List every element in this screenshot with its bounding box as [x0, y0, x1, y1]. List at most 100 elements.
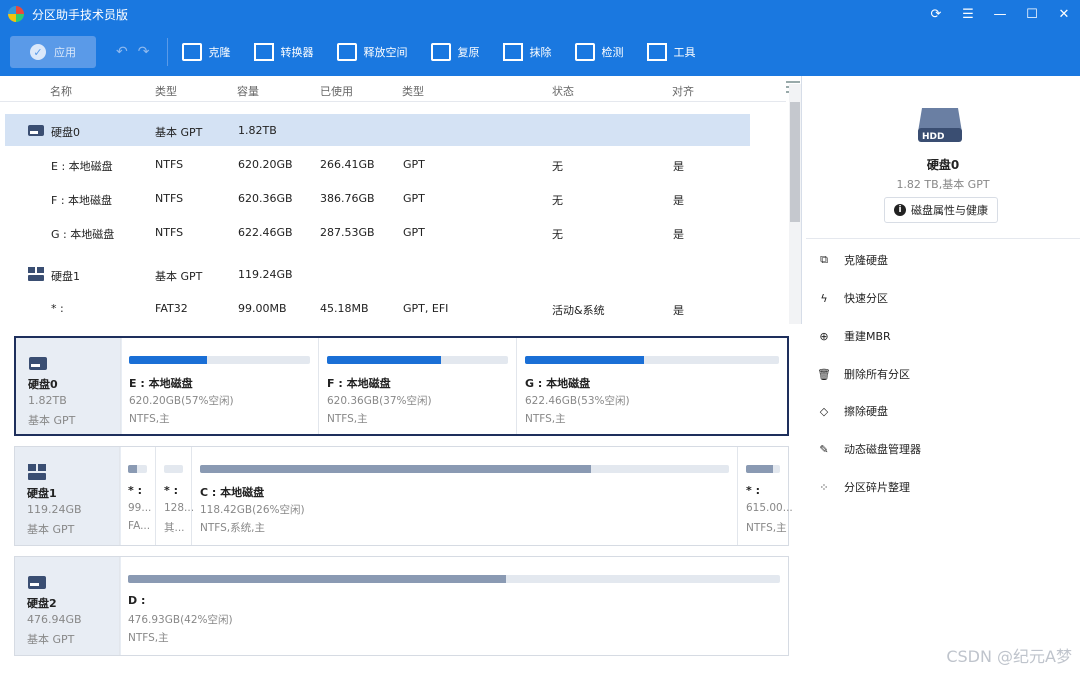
toolbar-test[interactable]: 检测: [575, 43, 623, 61]
toolbar-test-label: 检测: [601, 46, 624, 59]
action-wipe-disk[interactable]: ◇ 擦除硬盘: [816, 399, 888, 423]
title-bar: 分区助手技术员版 ⟳ ☰ — ☐ ✕: [0, 0, 1080, 28]
table-scrollbar[interactable]: [789, 84, 801, 324]
partition-fs: 其...: [164, 522, 185, 534]
partition-label: E : 本地磁盘: [129, 377, 193, 390]
toolbar-divider: [167, 38, 169, 66]
disk-properties-button[interactable]: i 磁盘属性与健康: [884, 197, 998, 223]
hdd-icon: [28, 125, 44, 136]
toolbar-recover[interactable]: 复原: [431, 43, 479, 61]
partition-block[interactable]: * : 99... FA...: [119, 447, 155, 545]
usage-fill: [129, 356, 207, 364]
hdd-large-icon: HDD: [918, 108, 962, 142]
apply-button[interactable]: ✓ 应用: [10, 36, 96, 68]
row-name: G : 本地磁盘: [51, 228, 115, 241]
partition-block[interactable]: C : 本地磁盘 118.42GB(26%空闲) NTFS,系统,主: [191, 447, 737, 545]
action-rebuild-mbr[interactable]: ⊕ 重建MBR: [816, 324, 891, 348]
watermark: CSDN @纪元A梦: [946, 647, 1072, 666]
lightning-icon: ϟ: [820, 291, 828, 305]
disk-properties-label: 磁盘属性与健康: [911, 204, 988, 217]
toolbar-wipe[interactable]: 抹除: [503, 43, 551, 61]
scrollbar-thumb[interactable]: [790, 102, 800, 222]
disk-card-0[interactable]: 硬盘0 1.82TB 基本 GPT E : 本地磁盘 620.20GB(57%空…: [14, 336, 789, 436]
partition-block[interactable]: G : 本地磁盘 622.46GB(53%空闲) NTFS,主: [516, 338, 787, 434]
table-row[interactable]: G : 本地磁盘 NTFS 622.46GB 287.53GB GPT 无 是: [5, 216, 750, 248]
action-label: 快速分区: [844, 292, 888, 305]
row-ptype: GPT: [403, 192, 425, 205]
toolbar-free-space-label: 释放空间: [363, 46, 408, 59]
partition-block[interactable]: * : 128... 其...: [155, 447, 194, 545]
row-capacity: 622.46GB: [238, 226, 293, 239]
row-name: 硬盘0: [51, 126, 80, 139]
row-capacity: 99.00MB: [238, 302, 287, 315]
close-icon[interactable]: ✕: [1048, 0, 1080, 28]
row-type: NTFS: [155, 226, 184, 239]
redo-icon[interactable]: ↷: [138, 44, 150, 60]
table-row[interactable]: * : FAT32 99.00MB 45.18MB GPT, EFI 活动&系统…: [5, 292, 750, 324]
col-status[interactable]: 状态: [552, 83, 574, 99]
row-status: 活动&系统: [552, 304, 605, 317]
app-title: 分区助手技术员版: [32, 7, 129, 22]
col-ptype[interactable]: 类型: [402, 83, 424, 99]
action-label: 分区碎片整理: [844, 481, 910, 494]
recover-icon: [431, 43, 452, 61]
partition-fs: FA...: [128, 520, 151, 532]
maximize-icon[interactable]: ☐: [1016, 0, 1048, 28]
col-type[interactable]: 类型: [155, 83, 177, 99]
disk-type: 基本 GPT: [27, 633, 75, 646]
table-row[interactable]: E : 本地磁盘 NTFS 620.20GB 266.41GB GPT 无 是: [5, 148, 750, 180]
action-label: 擦除硬盘: [844, 405, 888, 418]
table-row[interactable]: 硬盘1 基本 GPT 119.24GB: [5, 258, 750, 290]
usage-bar: [128, 575, 780, 583]
action-dynamic-disk-manager[interactable]: ✎ 动态磁盘管理器: [816, 437, 921, 461]
row-align: 是: [673, 194, 684, 207]
apply-label: 应用: [54, 46, 76, 59]
table-row[interactable]: 硬盘0 基本 GPT 1.82TB: [5, 114, 750, 146]
action-clone-disk[interactable]: ⧉ 克隆硬盘: [816, 248, 888, 272]
action-label: 动态磁盘管理器: [844, 443, 921, 456]
partition-fs: NTFS,主: [525, 413, 566, 425]
partition-label: F : 本地磁盘: [327, 377, 391, 390]
partition-fs: NTFS,主: [129, 413, 170, 425]
toolbar-converter[interactable]: 转换器: [254, 43, 313, 61]
refresh-icon[interactable]: ⟳: [920, 0, 952, 28]
table-row[interactable]: F : 本地磁盘 NTFS 620.36GB 386.76GB GPT 无 是: [5, 182, 750, 214]
partition-info: 620.36GB(37%空闲): [327, 395, 432, 407]
usage-fill: [128, 465, 137, 473]
minimize-icon[interactable]: —: [984, 0, 1016, 28]
partition-fs: NTFS,主: [327, 413, 368, 425]
action-label: 删除所有分区: [844, 368, 910, 381]
row-type: 基本 GPT: [155, 126, 203, 139]
row-capacity: 1.82TB: [238, 124, 277, 137]
toolbar-tools[interactable]: 工具: [647, 43, 695, 61]
action-defragment[interactable]: ⁘ 分区碎片整理: [816, 475, 910, 499]
partition-block[interactable]: * : 615.00... NTFS,主: [737, 447, 793, 545]
row-capacity: 620.20GB: [238, 158, 293, 171]
toolbar-free-space[interactable]: 释放空间: [337, 43, 407, 61]
partition-block[interactable]: D : 476.93GB(42%空闲) NTFS,主: [119, 557, 788, 655]
partition-block[interactable]: F : 本地磁盘 620.36GB(37%空闲) NTFS,主: [318, 338, 516, 434]
action-quick-partition[interactable]: ϟ 快速分区: [816, 286, 888, 310]
menu-icon[interactable]: ☰: [952, 0, 984, 28]
toolbar-clone[interactable]: 克隆: [182, 43, 230, 61]
disk-card-2[interactable]: 硬盘2 476.94GB 基本 GPT D : 476.93GB(42%空闲) …: [14, 556, 789, 656]
col-align[interactable]: 对齐: [672, 83, 694, 99]
disk-card-1[interactable]: 硬盘1 119.24GB 基本 GPT * : 99... FA... * : …: [14, 446, 793, 546]
row-type: FAT32: [155, 302, 188, 315]
col-capacity[interactable]: 容量: [237, 83, 259, 99]
rebuild-icon: ⊕: [819, 329, 829, 343]
action-label: 重建MBR: [844, 330, 891, 343]
table-header: 名称 类型 容量 已使用 类型 状态 对齐: [0, 76, 800, 102]
partition-label: * :: [164, 484, 178, 497]
hdd-icon: [29, 357, 47, 370]
col-name[interactable]: 名称: [50, 83, 72, 99]
usage-fill: [128, 575, 507, 583]
partition-block[interactable]: E : 本地磁盘 620.20GB(57%空闲) NTFS,主: [120, 338, 318, 434]
action-delete-all-partitions[interactable]: 🗑 删除所有分区: [816, 362, 910, 386]
col-used[interactable]: 已使用: [320, 83, 353, 99]
window-controls: ⟳ ☰ — ☐ ✕: [920, 0, 1080, 28]
undo-icon[interactable]: ↶: [116, 44, 128, 60]
partition-info: 622.46GB(53%空闲): [525, 395, 630, 407]
toolbar-clone-label: 克隆: [208, 46, 231, 59]
row-align: 是: [673, 304, 684, 317]
